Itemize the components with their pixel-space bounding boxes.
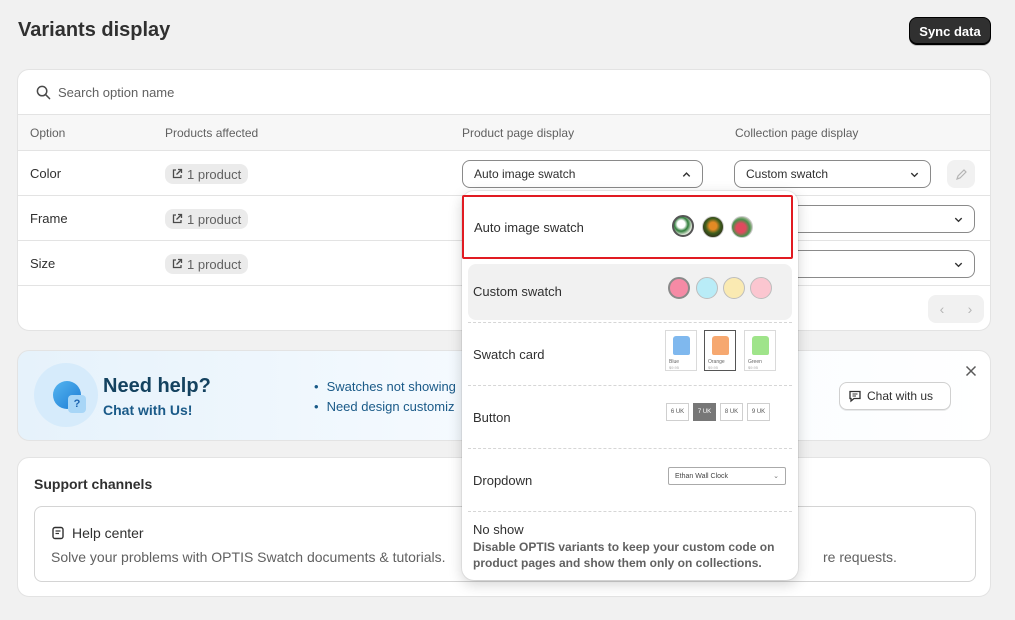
header-product-page-display: Product page display [462, 126, 575, 140]
color-swatch-cyan [696, 277, 718, 299]
pencil-icon [955, 168, 967, 180]
divider [468, 448, 792, 449]
option-dropdown[interactable]: Dropdown Ethan Wall Clock ⌄ [468, 453, 792, 509]
products-affected-badge[interactable]: 1 product [165, 254, 249, 274]
option-label: Auto image swatch [474, 220, 584, 235]
option-label: Custom swatch [473, 284, 562, 299]
help-center-label: Help center [72, 525, 144, 541]
search-input[interactable]: Search option name [58, 85, 174, 100]
table-header: Option Products affected Product page di… [18, 114, 990, 151]
products-count: 1 product [187, 256, 242, 272]
products-count: 1 product [187, 211, 242, 227]
swatch-card-preview: Blue $9.95 [665, 330, 697, 371]
external-link-icon [172, 258, 183, 269]
collection-display-select[interactable]: Custom swatch [734, 160, 931, 188]
shirt-icon [712, 336, 729, 355]
products-affected-badge[interactable]: 1 product [165, 164, 249, 184]
shirt-icon [752, 336, 769, 355]
option-name: Color [30, 166, 62, 181]
header-collection-page-display: Collection page display [735, 126, 859, 140]
document-icon [52, 526, 64, 540]
search-icon [36, 85, 51, 99]
card-price: $9.95 [669, 365, 680, 370]
previous-page-button[interactable]: ‹ [928, 295, 956, 323]
chevron-down-icon: ⌄ [773, 473, 779, 480]
help-bullet-list: Swatches not showing Need design customi… [314, 379, 456, 419]
search-bar[interactable]: Search option name [18, 70, 990, 114]
table-row: Color 1 product Auto image swatch Custom… [18, 151, 990, 196]
chevron-up-icon [682, 172, 691, 177]
products-count: 1 product [187, 166, 242, 182]
card-price: $9.95 [748, 365, 759, 370]
header-products-affected: Products affected [165, 126, 259, 140]
chat-icon [849, 390, 861, 403]
support-title: Support channels [34, 476, 153, 492]
image-swatch [702, 216, 724, 238]
swatch-card-preview: Green $9.95 [744, 330, 776, 371]
divider [468, 511, 792, 512]
size-button-preview: 8 UK [720, 403, 743, 421]
help-bullet: Need design customiz [314, 399, 456, 419]
help-bullet: Swatches not showing [314, 379, 456, 399]
help-center-title: Help center [51, 525, 144, 541]
size-button-preview: 6 UK [666, 403, 689, 421]
pagination: ‹ › [928, 295, 984, 323]
image-swatch [731, 216, 753, 238]
divider [468, 385, 792, 386]
option-label: Button [473, 410, 511, 425]
dropdown-preview-value: Ethan Wall Clock [675, 472, 729, 480]
option-name: Frame [30, 211, 68, 226]
option-name: Size [30, 256, 56, 271]
help-center-description: Solve your problems with OPTIS Swatch do… [51, 549, 446, 565]
option-custom-swatch[interactable]: Custom swatch [468, 264, 792, 320]
color-swatch-pink [668, 277, 690, 299]
shirt-icon [673, 336, 690, 355]
size-button-preview: 9 UK [747, 403, 770, 421]
swatch-card-preview: Orange $9.95 [704, 330, 736, 371]
header-option: Option [30, 126, 66, 140]
dropdown-preview: Ethan Wall Clock ⌄ [668, 467, 786, 485]
image-swatch [672, 215, 694, 237]
external-link-icon [172, 168, 183, 179]
option-label: Swatch card [473, 347, 545, 362]
feature-requests-description: re requests. [823, 549, 897, 565]
chat-with-us-button[interactable]: Chat with us [839, 382, 951, 410]
option-auto-image-swatch[interactable]: Auto image swatch [462, 195, 793, 259]
chevron-down-icon [910, 172, 919, 178]
sync-data-button[interactable]: Sync data [909, 17, 991, 45]
question-icon: ? [68, 395, 86, 413]
no-show-description: Disable OPTIS variants to keep your cust… [473, 540, 775, 570]
products-affected-badge[interactable]: 1 product [165, 209, 249, 229]
card-price: $9.95 [708, 365, 719, 370]
help-subtitle: Chat with Us! [103, 402, 193, 418]
chevron-down-icon [954, 217, 963, 223]
divider [468, 322, 792, 323]
product-display-select[interactable]: Auto image swatch [462, 160, 703, 188]
option-button[interactable]: Button 6 UK 7 UK 8 UK 9 UK [468, 390, 792, 446]
color-swatch-yellow [723, 277, 745, 299]
chevron-down-icon [954, 262, 963, 268]
display-options-popover: Auto image swatch Custom swatch Swatch c… [462, 191, 798, 580]
page-title: Variants display [18, 19, 171, 41]
collection-display-value: Custom swatch [746, 167, 829, 181]
next-page-button[interactable]: › [956, 295, 984, 323]
product-display-value: Auto image swatch [474, 167, 576, 181]
chat-button-label: Chat with us [867, 389, 934, 403]
option-label: Dropdown [473, 473, 533, 488]
no-show-title: No show [473, 522, 524, 537]
option-swatch-card[interactable]: Swatch card Blue $9.95 Orange $9.95 Gree… [468, 327, 792, 383]
close-icon[interactable] [964, 364, 978, 378]
size-button-preview: 7 UK [693, 403, 716, 421]
color-swatch-light-pink [750, 277, 772, 299]
edit-button[interactable] [947, 160, 975, 188]
external-link-icon [172, 213, 183, 224]
help-title: Need help? [103, 375, 211, 397]
